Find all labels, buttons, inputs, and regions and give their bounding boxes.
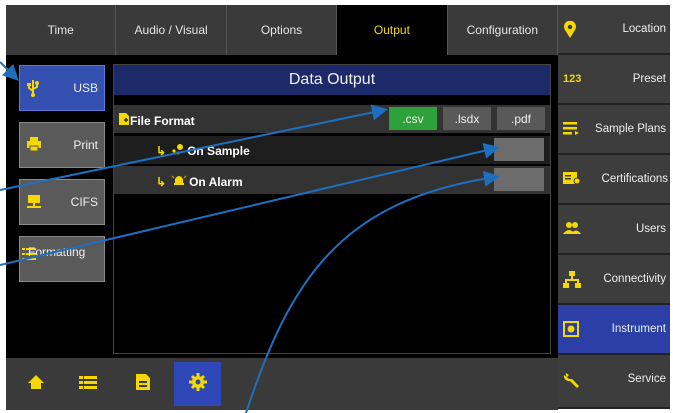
nav-print-button[interactable]: Print (19, 122, 105, 168)
nav-usb-button[interactable]: USB (19, 65, 105, 111)
output-left-nav: USB Print CIFS Formatting (19, 65, 105, 293)
preset-123-icon: 123 (563, 73, 582, 85)
on-sample-label: On Sample (187, 143, 250, 158)
on-alarm-label: On Alarm (189, 174, 243, 189)
sidebar-item-sample-plans[interactable]: Sample Plans (558, 105, 670, 155)
gear-icon (188, 372, 207, 396)
sidebar-item-certifications[interactable]: Certifications (558, 155, 670, 205)
nav-cifs-label: CIFS (70, 195, 98, 209)
settings-button[interactable] (174, 362, 221, 406)
file-format-label-group: File Format (118, 112, 195, 129)
data-output-panel: Data Output File Format .csv .lsdx .pdf … (113, 64, 551, 354)
on-sample-label-group: ↳ On Sample (156, 143, 250, 158)
network-share-icon (26, 193, 42, 212)
home-icon (27, 373, 45, 396)
sidebar-item-location[interactable]: Location (558, 5, 670, 55)
on-sample-row: ↳ On Sample (114, 136, 550, 164)
home-button[interactable] (12, 362, 59, 406)
nav-print-label: Print (73, 138, 98, 152)
sidebar-item-users[interactable]: Users (558, 205, 670, 255)
sidebar-item-instrument[interactable]: Instrument (558, 305, 670, 355)
panel-title: Data Output (114, 65, 550, 95)
on-sample-toggle[interactable] (494, 138, 544, 161)
bottom-toolbar (6, 358, 558, 410)
sample-drop-icon (171, 143, 185, 158)
nav-usb-label: USB (73, 81, 98, 95)
sidebar-label-connectivity: Connectivity (603, 273, 666, 285)
on-alarm-row: ↳ On Alarm (114, 166, 550, 194)
file-add-icon (118, 112, 130, 129)
file-format-label: File Format (130, 113, 195, 128)
sidebar-label-preset: Preset (632, 73, 666, 85)
sidebar-item-service[interactable]: Service (558, 355, 670, 409)
sidebar-label-service: Service (627, 373, 666, 385)
tab-time[interactable]: Time (6, 5, 117, 55)
report-button[interactable] (119, 362, 166, 406)
sidebar-label-certifications: Certifications (601, 173, 668, 185)
users-icon (563, 221, 581, 238)
nav-cifs-button[interactable]: CIFS (19, 179, 105, 225)
sidebar-label-users: Users (635, 223, 666, 235)
right-sidebar: Location 123 Preset Sample Plans Certifi… (558, 5, 671, 409)
nav-formatting-button[interactable]: Formatting (19, 236, 105, 282)
tab-output[interactable]: Output (337, 5, 448, 55)
tab-audio-visual[interactable]: Audio / Visual (116, 5, 227, 55)
sidebar-item-preset[interactable]: 123 Preset (558, 55, 670, 105)
wrench-icon (563, 371, 581, 392)
format-pdf-button[interactable]: .pdf (497, 107, 545, 130)
sidebar-label-instrument: Instrument (611, 323, 666, 335)
usb-icon (26, 79, 40, 100)
document-icon (135, 373, 151, 396)
sub-arrow-icon: ↳ (156, 143, 167, 158)
sample-plans-icon (563, 121, 581, 138)
printer-icon (26, 136, 42, 155)
format-csv-button[interactable]: .csv (389, 107, 437, 130)
certifications-icon (563, 171, 581, 190)
alarm-bell-icon (171, 173, 187, 190)
instrument-icon (563, 321, 579, 340)
list-button[interactable] (64, 362, 111, 406)
connectivity-icon (563, 271, 581, 292)
sidebar-label-location: Location (622, 23, 666, 35)
sidebar-item-connectivity[interactable]: Connectivity (558, 255, 670, 305)
on-alarm-toggle[interactable] (494, 168, 544, 191)
file-format-row: File Format .csv .lsdx .pdf (114, 105, 550, 133)
tab-options[interactable]: Options (226, 5, 338, 55)
location-pin-icon (563, 20, 577, 42)
on-alarm-label-group: ↳ On Alarm (156, 173, 243, 190)
format-lsdx-button[interactable]: .lsdx (443, 107, 491, 130)
sub-arrow-icon: ↳ (156, 174, 167, 189)
nav-formatting-label: Formatting (28, 245, 86, 259)
instrument-screen: Time Audio / Visual Options Output Confi… (6, 5, 559, 410)
tab-configuration[interactable]: Configuration (447, 5, 559, 55)
top-tab-bar: Time Audio / Visual Options Output Confi… (6, 5, 559, 55)
list-icon (78, 374, 97, 395)
sidebar-label-sample-plans: Sample Plans (595, 123, 666, 135)
